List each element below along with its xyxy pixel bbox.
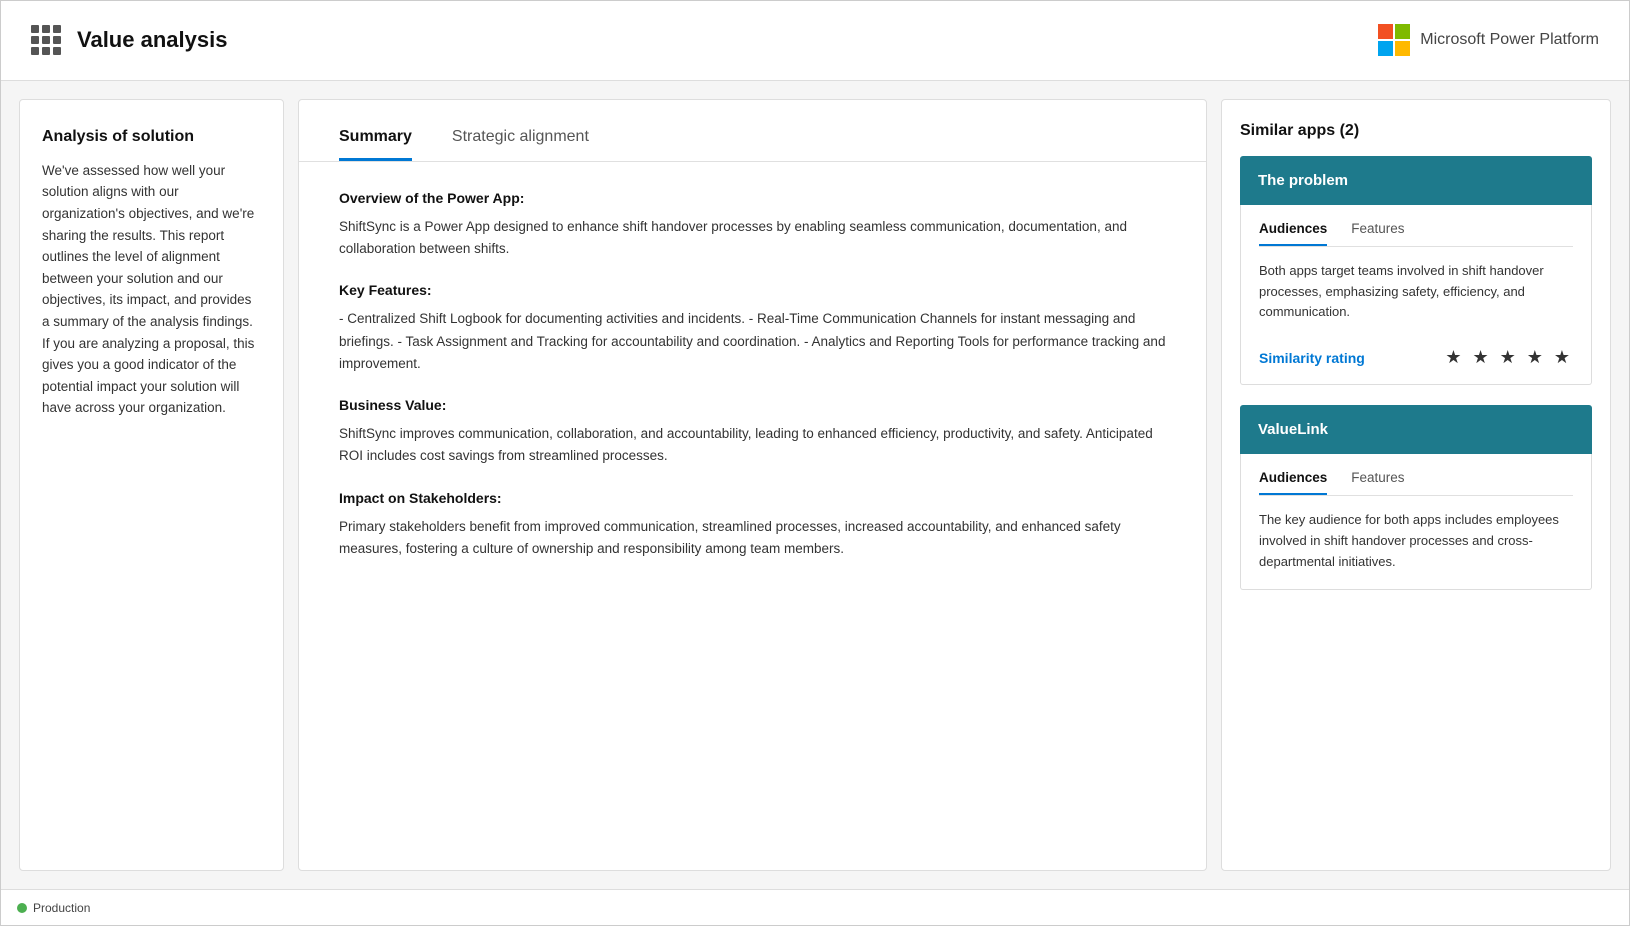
main-area: Analysis of solution We've assessed how … <box>1 81 1629 889</box>
section-overview: Overview of the Power App: ShiftSync is … <box>339 190 1166 261</box>
app1-tab-features[interactable]: Features <box>1351 221 1404 246</box>
section-business-value-title: Business Value: <box>339 397 1166 413</box>
tab-summary[interactable]: Summary <box>339 128 412 161</box>
section-features: Key Features: - Centralized Shift Logboo… <box>339 282 1166 375</box>
app2-tab-bar: Audiences Features <box>1259 470 1573 496</box>
header: Value analysis Microsoft Power Platform <box>1 1 1629 81</box>
right-panel: Similar apps (2) The problem Audiences F… <box>1221 99 1611 871</box>
section-features-text: - Centralized Shift Logbook for document… <box>339 308 1166 375</box>
app2-tab-features[interactable]: Features <box>1351 470 1404 495</box>
section-stakeholders: Impact on Stakeholders: Primary stakehol… <box>339 490 1166 561</box>
similar-app-card-2: ValueLink Audiences Features The key aud… <box>1240 405 1592 589</box>
app1-similarity-row: Similarity rating ★ ★ ★ ★ ★ <box>1259 337 1573 368</box>
tab-bar: Summary Strategic alignment <box>299 100 1206 162</box>
similar-apps-title: Similar apps (2) <box>1240 122 1592 140</box>
left-panel: Analysis of solution We've assessed how … <box>19 99 284 871</box>
ms-squares-icon <box>1378 24 1410 56</box>
section-business-value-text: ShiftSync improves communication, collab… <box>339 423 1166 468</box>
left-panel-title: Analysis of solution <box>42 128 261 146</box>
app-title: Value analysis <box>77 27 227 53</box>
tab-content-summary: Overview of the Power App: ShiftSync is … <box>299 162 1206 610</box>
app1-tab-audiences[interactable]: Audiences <box>1259 221 1327 246</box>
app2-tab-audiences[interactable]: Audiences <box>1259 470 1327 495</box>
section-overview-text: ShiftSync is a Power App designed to enh… <box>339 216 1166 261</box>
section-features-title: Key Features: <box>339 282 1166 298</box>
app1-audiences-text: Both apps target teams involved in shift… <box>1259 261 1573 323</box>
center-panel: Summary Strategic alignment Overview of … <box>298 99 1207 871</box>
app1-body: Audiences Features Both apps target team… <box>1240 205 1592 385</box>
left-panel-description: We've assessed how well your solution al… <box>42 160 261 419</box>
header-left: Value analysis <box>31 25 227 55</box>
app2-audiences-text: The key audience for both apps includes … <box>1259 510 1573 572</box>
similar-app-card-1: The problem Audiences Features Both apps… <box>1240 156 1592 385</box>
section-business-value: Business Value: ShiftSync improves commu… <box>339 397 1166 468</box>
app1-tab-bar: Audiences Features <box>1259 221 1573 247</box>
app2-name: ValueLink <box>1258 421 1328 438</box>
app2-header: ValueLink <box>1240 405 1592 454</box>
section-stakeholders-text: Primary stakeholders benefit from improv… <box>339 516 1166 561</box>
section-overview-title: Overview of the Power App: <box>339 190 1166 206</box>
section-stakeholders-title: Impact on Stakeholders: <box>339 490 1166 506</box>
ms-logo: Microsoft Power Platform <box>1378 24 1599 56</box>
grid-icon[interactable] <box>31 25 61 55</box>
tab-strategic-alignment[interactable]: Strategic alignment <box>452 128 589 161</box>
status-dot <box>17 903 27 913</box>
ms-label: Microsoft Power Platform <box>1420 31 1599 49</box>
app1-name: The problem <box>1258 172 1348 189</box>
app2-body: Audiences Features The key audience for … <box>1240 454 1592 589</box>
app1-similarity-label: Similarity rating <box>1259 350 1365 366</box>
app1-header: The problem <box>1240 156 1592 205</box>
status-bar: Production <box>1 889 1629 925</box>
app1-stars: ★ ★ ★ ★ ★ <box>1445 347 1573 368</box>
status-text: Production <box>33 901 90 915</box>
